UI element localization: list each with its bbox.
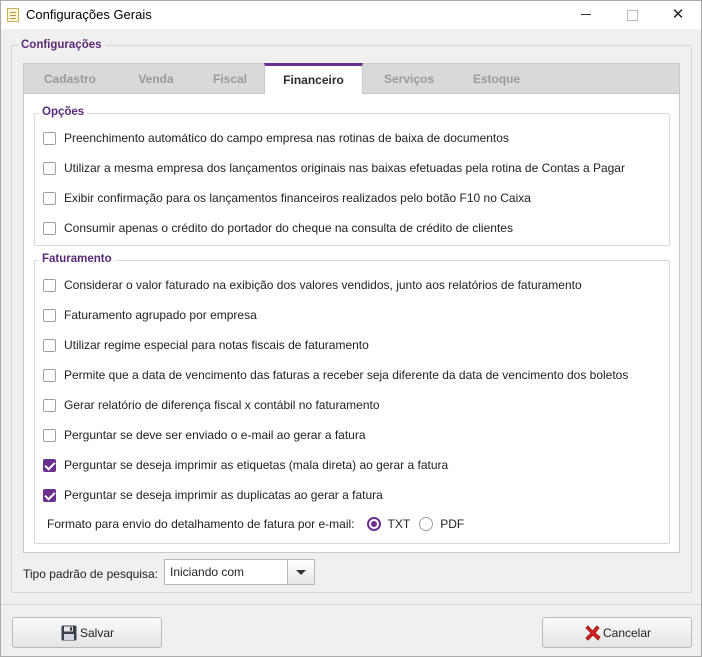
- option-regime-especial[interactable]: Utilizar regime especial para notas fisc…: [43, 336, 369, 354]
- red-x-icon: [585, 624, 601, 641]
- checkbox-label: Perguntar se deve ser enviado o e-mail a…: [64, 428, 366, 442]
- title-bar: Configurações Gerais ✕: [1, 1, 701, 29]
- faturamento-title: Faturamento: [39, 253, 115, 265]
- checkbox[interactable]: [43, 221, 56, 235]
- settings-window: Configurações Gerais ✕ Configurações Cad…: [0, 0, 702, 657]
- checkbox[interactable]: [43, 161, 56, 175]
- checkbox-label: Permite que a data de vencimento das fat…: [64, 368, 629, 382]
- close-icon: ✕: [671, 6, 685, 23]
- tab-fiscal[interactable]: Fiscal: [196, 64, 264, 94]
- checkbox[interactable]: [43, 131, 56, 145]
- opcoes-section: Opções Preenchimento automático do campo…: [34, 106, 670, 246]
- tab-cadastro[interactable]: Cadastro: [24, 64, 116, 94]
- checkbox[interactable]: [43, 308, 56, 322]
- checkbox-label: Gerar relatório de diferença fiscal x co…: [64, 398, 380, 412]
- radio-pdf-label: PDF: [440, 517, 465, 531]
- option-exibir-confirmacao[interactable]: Exibir confirmação para os lançamentos f…: [43, 189, 531, 207]
- checkbox-checked[interactable]: [43, 458, 56, 472]
- minimize-button[interactable]: [563, 1, 609, 29]
- checkbox-label: Preenchimento automático do campo empres…: [64, 131, 509, 145]
- search-type-label: Tipo padrão de pesquisa:: [23, 567, 158, 581]
- search-type-value: Iniciando com: [170, 565, 245, 579]
- checkbox[interactable]: [43, 191, 56, 205]
- maximize-button[interactable]: [609, 1, 655, 29]
- opcoes-title: Opções: [39, 106, 88, 118]
- radio-txt-label: TXT: [387, 517, 411, 531]
- checkbox-checked[interactable]: [43, 488, 56, 502]
- checkbox-label: Consumir apenas o crédito do portador do…: [64, 221, 513, 235]
- save-button[interactable]: Salvar: [12, 617, 162, 648]
- radio-txt[interactable]: [366, 517, 381, 531]
- checkbox-label: Faturamento agrupado por empresa: [64, 308, 257, 322]
- cancel-button-label: Cancelar: [602, 625, 652, 640]
- option-enviar-email[interactable]: Perguntar se deve ser enviado o e-mail a…: [43, 426, 366, 444]
- option-preenchimento[interactable]: Preenchimento automático do campo empres…: [43, 129, 509, 147]
- window-title: Configurações Gerais: [26, 7, 152, 22]
- cancel-button[interactable]: Cancelar: [542, 617, 692, 648]
- group-title: Configurações: [18, 39, 105, 51]
- document-icon: [7, 8, 19, 22]
- tab-venda[interactable]: Venda: [116, 64, 196, 94]
- tab-strip: Cadastro Venda Fiscal Financeiro Serviço…: [23, 63, 680, 96]
- checkbox-label: Considerar o valor faturado na exibição …: [64, 278, 582, 292]
- footer-divider: [1, 604, 701, 605]
- tab-estoque[interactable]: Estoque: [455, 64, 538, 94]
- checkbox[interactable]: [43, 428, 56, 442]
- option-considerar-valor-faturado[interactable]: Considerar o valor faturado na exibição …: [43, 276, 582, 294]
- option-mesma-empresa[interactable]: Utilizar a mesma empresa dos lançamentos…: [43, 159, 625, 177]
- option-relatorio-diferenca[interactable]: Gerar relatório de diferença fiscal x co…: [43, 396, 380, 414]
- floppy-disk-icon: [61, 625, 77, 640]
- option-data-vencimento[interactable]: Permite que a data de vencimento das fat…: [43, 366, 628, 384]
- chevron-down-icon[interactable]: [287, 560, 314, 584]
- close-button[interactable]: ✕: [655, 1, 701, 29]
- faturamento-section: Faturamento Considerar o valor faturado …: [34, 253, 670, 544]
- checkbox-label: Perguntar se deseja imprimir as etiqueta…: [64, 458, 449, 472]
- option-consumir-credito[interactable]: Consumir apenas o crédito do portador do…: [43, 219, 513, 237]
- checkbox[interactable]: [43, 368, 56, 382]
- financeiro-panel: Opções Preenchimento automático do campo…: [23, 94, 680, 553]
- checkbox-label: Utilizar a mesma empresa dos lançamentos…: [64, 161, 625, 175]
- checkbox[interactable]: [43, 278, 56, 292]
- option-imprimir-etiquetas[interactable]: Perguntar se deseja imprimir as etiqueta…: [43, 456, 448, 474]
- formato-envio-group: Formato para envio do detalhamento de fa…: [47, 515, 473, 533]
- radio-pdf[interactable]: [419, 517, 434, 531]
- checkbox[interactable]: [43, 338, 56, 352]
- checkbox[interactable]: [43, 398, 56, 412]
- option-faturamento-agrupado[interactable]: Faturamento agrupado por empresa: [43, 306, 257, 324]
- option-imprimir-duplicatas[interactable]: Perguntar se deseja imprimir as duplicat…: [43, 486, 383, 504]
- checkbox-label: Exibir confirmação para os lançamentos f…: [64, 191, 531, 205]
- tab-financeiro[interactable]: Financeiro: [264, 63, 363, 96]
- checkbox-label: Perguntar se deseja imprimir as duplicat…: [64, 488, 383, 502]
- search-type-select[interactable]: Iniciando com: [164, 559, 315, 585]
- checkbox-label: Utilizar regime especial para notas fisc…: [64, 338, 369, 352]
- tab-servicos[interactable]: Serviços: [363, 64, 455, 94]
- save-button-label: Salvar: [79, 625, 114, 640]
- formato-label: Formato para envio do detalhamento de fa…: [47, 517, 355, 531]
